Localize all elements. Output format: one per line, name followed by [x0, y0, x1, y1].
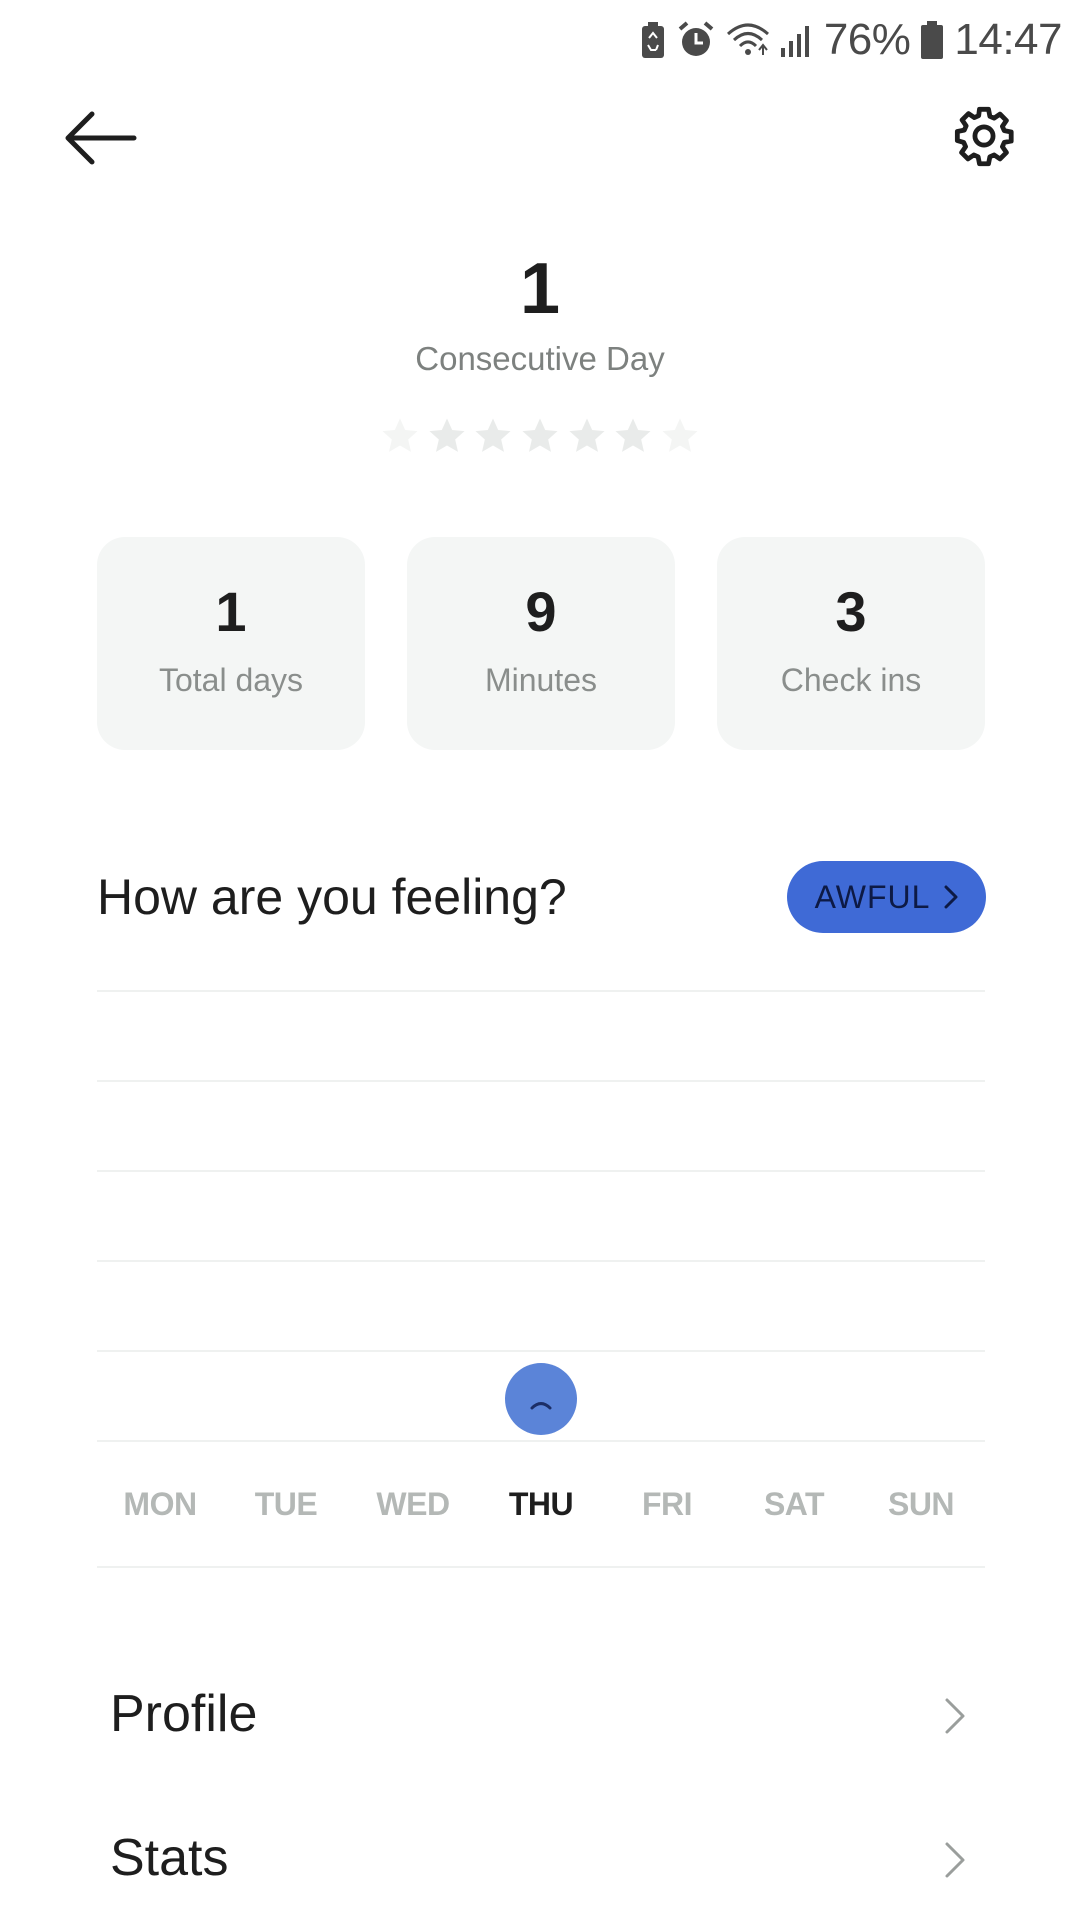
- streak-stars: [380, 416, 700, 464]
- menu-item-label: Profile: [110, 1685, 258, 1743]
- star-icon: [615, 418, 651, 452]
- chart-gridline: [97, 1170, 985, 1172]
- day-label-wed: WED: [376, 1486, 450, 1522]
- stat-card-check-ins: 3 Check ins: [717, 537, 985, 750]
- status-icons: 76% 14:47: [640, 10, 1062, 70]
- stat-value: 3: [835, 580, 867, 643]
- star-icon: [382, 418, 418, 452]
- star-icon: [475, 418, 511, 452]
- chevron-right-icon: [945, 1842, 965, 1878]
- status-bar: 76% 14:47: [0, 0, 1080, 80]
- stat-value: 1: [215, 580, 247, 643]
- day-label-mon: MON: [123, 1486, 197, 1522]
- day-label-sat: SAT: [763, 1486, 825, 1522]
- gear-icon: [954, 106, 1014, 167]
- chart-gridline: [97, 1350, 985, 1352]
- stat-label: Total days: [158, 662, 304, 698]
- menu-item-stats[interactable]: Stats: [97, 1796, 985, 1920]
- stat-label: Minutes: [484, 662, 598, 698]
- day-label-thu: THU: [508, 1486, 574, 1522]
- day-label-tue: TUE: [254, 1486, 318, 1522]
- alarm-icon: [678, 21, 714, 56]
- sad-face-icon: [530, 1402, 552, 1410]
- battery-icon: [921, 21, 944, 59]
- stat-card-total-days: 1 Total days: [97, 537, 365, 750]
- chart-gridline: [97, 1080, 985, 1082]
- stat-card-minutes: 9 Minutes: [407, 537, 675, 750]
- menu-item-label: Stats: [110, 1829, 229, 1887]
- chart-gridline: [97, 1566, 985, 1568]
- signal-icon: [780, 26, 809, 57]
- streak-count: 1: [519, 249, 561, 329]
- star-icon: [569, 418, 605, 452]
- star-icon: [522, 418, 558, 452]
- star-icon: [429, 418, 465, 452]
- clock: 14:47: [954, 15, 1062, 64]
- chart-gridline: [97, 1440, 985, 1442]
- mood-chart: MON TUE WED THU FRI SAT SUN: [97, 990, 985, 1580]
- star-icon: [662, 418, 698, 452]
- chevron-right-icon: [945, 1698, 965, 1734]
- mood-dot-thu[interactable]: [505, 1363, 577, 1435]
- wifi-icon: [726, 23, 769, 55]
- mood-button-label: AWFUL: [814, 878, 931, 915]
- chart-gridline: [97, 990, 985, 992]
- stat-cards: 1 Total days 9 Minutes 3 Check ins: [97, 537, 985, 750]
- back-button[interactable]: [62, 108, 142, 168]
- settings-button[interactable]: [952, 104, 1016, 168]
- mood-button[interactable]: AWFUL: [787, 861, 986, 933]
- day-label-sun: SUN: [887, 1486, 955, 1522]
- feeling-title: How are you feeling?: [97, 869, 567, 925]
- chart-gridline: [97, 1260, 985, 1262]
- streak-label: Consecutive Day: [415, 340, 665, 377]
- stat-value: 9: [525, 580, 557, 643]
- battery-saver-icon: [641, 22, 664, 58]
- arrow-left-icon: [65, 111, 137, 165]
- day-label-fri: FRI: [641, 1486, 693, 1522]
- chevron-right-icon: [944, 885, 958, 909]
- battery-percent: 76%: [823, 15, 911, 64]
- stat-label: Check ins: [780, 662, 922, 698]
- menu-item-profile[interactable]: Profile: [97, 1652, 985, 1782]
